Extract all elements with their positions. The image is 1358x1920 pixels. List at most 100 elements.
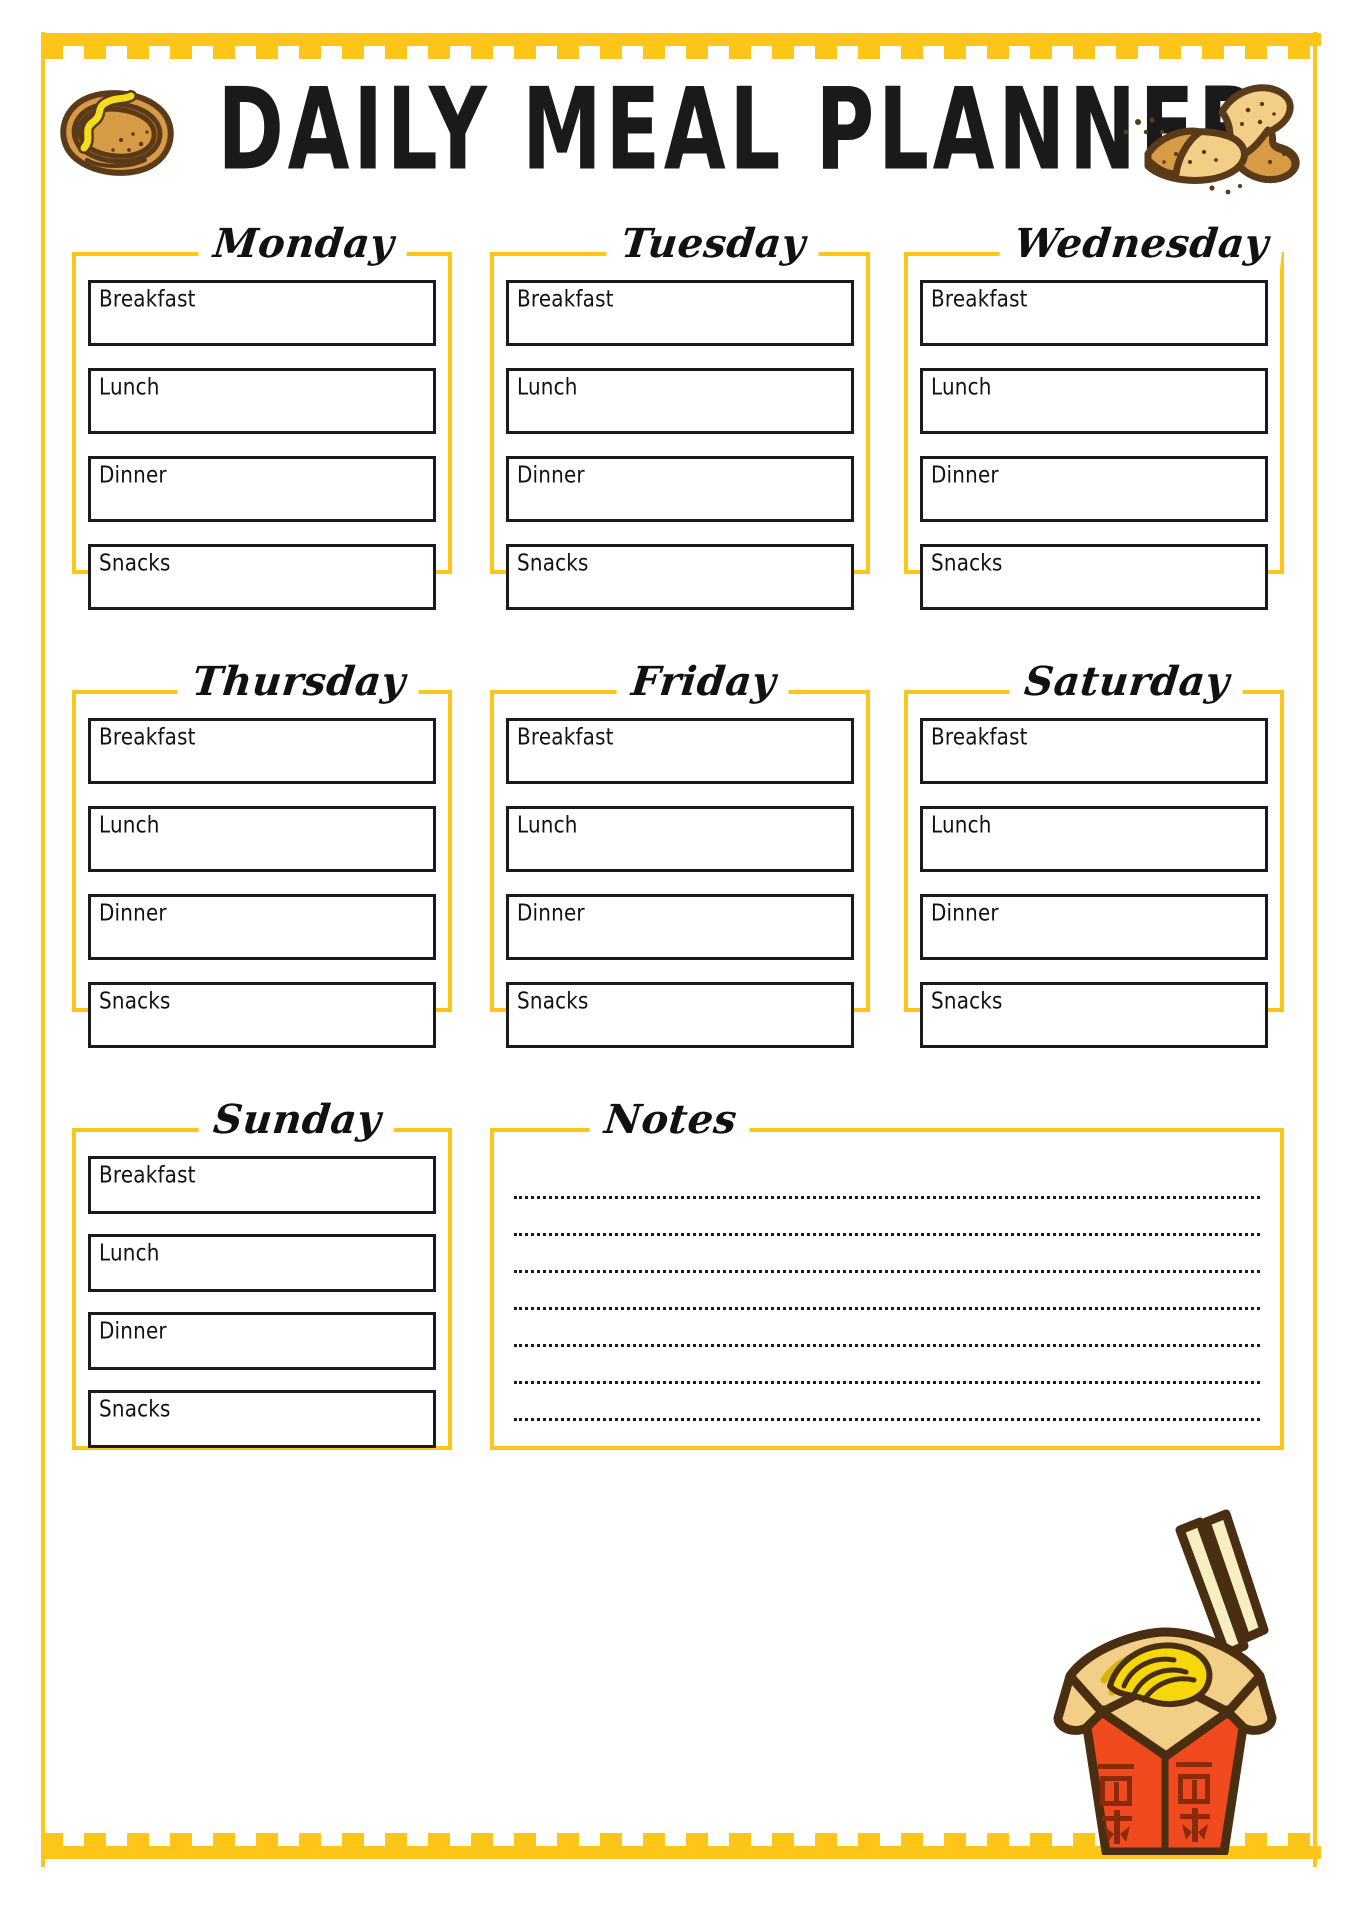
meal-label: Snacks <box>517 549 589 576</box>
meal-label: Lunch <box>99 1239 160 1266</box>
day-card-thursday: Thursday Breakfast Lunch Dinner Snacks <box>72 658 452 1048</box>
meal-label: Snacks <box>99 987 171 1014</box>
meal-label: Breakfast <box>517 723 614 750</box>
meal-spacer <box>506 522 854 544</box>
meal-spacer <box>506 346 854 368</box>
meal-field-dinner-monday[interactable]: Dinner <box>88 456 436 522</box>
meal-spacer <box>920 872 1268 894</box>
notes-card: Notes <box>490 1096 1284 1450</box>
meal-field-snacks-thursday[interactable]: Snacks <box>88 982 436 1048</box>
meal-spacer <box>920 522 1268 544</box>
notes-line[interactable] <box>514 1307 1260 1310</box>
meal-spacer <box>920 784 1268 806</box>
meal-spacer <box>506 784 854 806</box>
notes-line[interactable] <box>514 1196 1260 1199</box>
meal-spacer <box>506 872 854 894</box>
day-title-sunday: Sunday <box>196 1096 398 1154</box>
day-card-friday: Friday Breakfast Lunch Dinner Snacks <box>490 658 870 1048</box>
meal-field-lunch-friday[interactable]: Lunch <box>506 806 854 872</box>
day-title-friday: Friday <box>614 658 793 716</box>
meal-field-breakfast-sunday[interactable]: Breakfast <box>88 1156 436 1214</box>
meal-field-dinner-thursday[interactable]: Dinner <box>88 894 436 960</box>
card-body: Breakfast Lunch Dinner Snacks <box>920 718 1268 1048</box>
meal-label: Snacks <box>517 987 589 1014</box>
day-title-monday: Monday <box>196 220 411 278</box>
meal-label: Breakfast <box>517 285 614 312</box>
notes-line[interactable] <box>514 1418 1260 1421</box>
meal-field-lunch-saturday[interactable]: Lunch <box>920 806 1268 872</box>
notes-line[interactable] <box>514 1270 1260 1273</box>
card-body: Breakfast Lunch Dinner Snacks <box>506 280 854 610</box>
meal-field-dinner-friday[interactable]: Dinner <box>506 894 854 960</box>
meal-label: Dinner <box>99 461 167 488</box>
meal-field-breakfast-tuesday[interactable]: Breakfast <box>506 280 854 346</box>
meal-field-dinner-sunday[interactable]: Dinner <box>88 1312 436 1370</box>
meal-planner-page: DAILY MEAL PLANNER Monday Breakfast Lunc… <box>0 0 1358 1920</box>
day-card-sunday: Sunday Breakfast Lunch Dinner Snacks <box>72 1096 452 1450</box>
meal-spacer <box>920 346 1268 368</box>
meal-label: Snacks <box>99 1395 171 1422</box>
meal-field-snacks-sunday[interactable]: Snacks <box>88 1390 436 1448</box>
meal-field-breakfast-thursday[interactable]: Breakfast <box>88 718 436 784</box>
meal-spacer <box>920 434 1268 456</box>
day-title-tuesday: Tuesday <box>604 220 822 278</box>
notes-line[interactable] <box>514 1344 1260 1347</box>
card-body: Breakfast Lunch Dinner Snacks <box>920 280 1268 610</box>
meal-field-dinner-saturday[interactable]: Dinner <box>920 894 1268 960</box>
meal-spacer <box>88 522 436 544</box>
meal-label: Lunch <box>931 811 992 838</box>
meal-field-breakfast-friday[interactable]: Breakfast <box>506 718 854 784</box>
meal-field-lunch-monday[interactable]: Lunch <box>88 368 436 434</box>
meal-label: Dinner <box>517 461 585 488</box>
meal-spacer <box>506 960 854 982</box>
day-card-monday: Monday Breakfast Lunch Dinner Snacks <box>72 220 452 610</box>
meal-field-snacks-monday[interactable]: Snacks <box>88 544 436 610</box>
meal-spacer <box>88 1214 436 1234</box>
meal-label: Breakfast <box>931 285 1028 312</box>
meal-label: Dinner <box>99 899 167 926</box>
meal-label: Breakfast <box>99 723 196 750</box>
meal-field-dinner-tuesday[interactable]: Dinner <box>506 456 854 522</box>
meal-spacer <box>506 434 854 456</box>
meal-field-breakfast-wednesday[interactable]: Breakfast <box>920 280 1268 346</box>
meal-label: Breakfast <box>99 285 196 312</box>
meal-spacer <box>88 434 436 456</box>
meal-label: Breakfast <box>99 1161 196 1188</box>
day-title-saturday: Saturday <box>1007 658 1246 716</box>
meal-label: Dinner <box>99 1317 167 1344</box>
meal-label: Lunch <box>517 811 578 838</box>
meal-field-breakfast-saturday[interactable]: Breakfast <box>920 718 1268 784</box>
meal-field-lunch-sunday[interactable]: Lunch <box>88 1234 436 1292</box>
day-title-thursday: Thursday <box>175 658 422 716</box>
card-body: Breakfast Lunch Dinner Snacks <box>88 1156 436 1448</box>
notes-title: Notes <box>587 1096 754 1154</box>
notes-body <box>510 1158 1264 1438</box>
meal-spacer <box>88 1292 436 1312</box>
day-card-saturday: Saturday Breakfast Lunch Dinner Snacks <box>904 658 1284 1048</box>
meal-field-breakfast-monday[interactable]: Breakfast <box>88 280 436 346</box>
card-body: Breakfast Lunch Dinner Snacks <box>88 718 436 1048</box>
meal-field-lunch-wednesday[interactable]: Lunch <box>920 368 1268 434</box>
notes-line[interactable] <box>514 1233 1260 1236</box>
meal-label: Snacks <box>931 549 1003 576</box>
meal-field-lunch-tuesday[interactable]: Lunch <box>506 368 854 434</box>
meal-field-snacks-tuesday[interactable]: Snacks <box>506 544 854 610</box>
day-card-wednesday: Wednesday Breakfast Lunch Dinner Snacks <box>904 220 1285 610</box>
meal-label: Snacks <box>99 549 171 576</box>
notes-lines[interactable] <box>510 1158 1264 1438</box>
meal-spacer <box>920 960 1268 982</box>
card-body: Breakfast Lunch Dinner Snacks <box>506 718 854 1048</box>
meal-spacer <box>88 784 436 806</box>
meal-field-snacks-friday[interactable]: Snacks <box>506 982 854 1048</box>
day-title-wednesday: Wednesday <box>997 220 1285 278</box>
meal-spacer <box>88 346 436 368</box>
notes-line[interactable] <box>514 1381 1260 1384</box>
meal-spacer <box>88 960 436 982</box>
meal-label: Lunch <box>99 811 160 838</box>
meal-label: Dinner <box>931 461 999 488</box>
meal-field-snacks-saturday[interactable]: Snacks <box>920 982 1268 1048</box>
day-card-tuesday: Tuesday Breakfast Lunch Dinner Snacks <box>490 220 870 610</box>
meal-field-snacks-wednesday[interactable]: Snacks <box>920 544 1268 610</box>
meal-field-dinner-wednesday[interactable]: Dinner <box>920 456 1268 522</box>
meal-field-lunch-thursday[interactable]: Lunch <box>88 806 436 872</box>
